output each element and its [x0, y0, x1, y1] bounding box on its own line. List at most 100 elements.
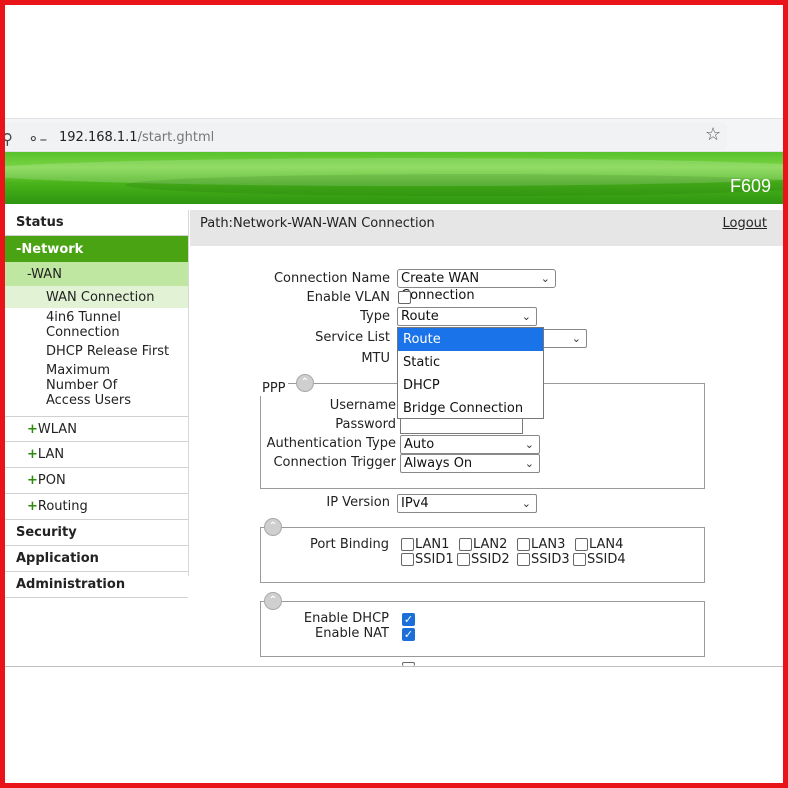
- port-label: LAN2: [473, 537, 508, 552]
- sidebar-item-label: 4in6 Tunnel Connection: [46, 310, 121, 340]
- port-lan1[interactable]: LAN1: [401, 537, 449, 552]
- sidebar-item-application[interactable]: Application: [5, 546, 188, 572]
- sidebar-item-label: WAN Connection: [46, 289, 155, 305]
- sidebar-item-pon[interactable]: + PON: [5, 468, 188, 494]
- type-dropdown-list: Route Static DHCP Bridge Connection: [397, 327, 544, 419]
- sidebar-item-4in6-tunnel[interactable]: 4in6 Tunnel Connection: [5, 308, 135, 342]
- banner-decoration: [125, 174, 783, 196]
- port-checkbox[interactable]: [401, 538, 414, 551]
- expand-plus-icon: +: [27, 499, 38, 514]
- key-icon[interactable]: ⚬–: [27, 130, 47, 148]
- chevron-down-icon: ⌄: [524, 457, 534, 470]
- enable-dhcp-checkbox[interactable]: ✓: [402, 613, 415, 626]
- sidebar-item-dhcp-release-first[interactable]: DHCP Release First: [5, 342, 188, 361]
- expand-plus-icon: +: [27, 473, 38, 488]
- port-ssid2[interactable]: SSID2: [457, 552, 510, 567]
- chevron-down-icon: ⌄: [540, 272, 550, 285]
- sidebar-item-wlan[interactable]: + WLAN: [5, 416, 188, 442]
- expand-plus-icon: +: [27, 447, 38, 462]
- sidebar-item-wan-connection[interactable]: WAN Connection: [5, 286, 188, 308]
- path-bar: Path:Network-WAN-WAN Connection Logout: [190, 210, 783, 246]
- router-banner: F609: [5, 152, 783, 204]
- enable-nat-label: Enable NAT: [315, 626, 389, 641]
- connection-name-value: Create WAN Connection: [401, 271, 480, 303]
- collapse-chevron-icon[interactable]: ⌃: [296, 374, 314, 392]
- enable-nat-checkbox[interactable]: ✓: [402, 628, 415, 641]
- connection-trigger-value: Always On: [404, 456, 473, 471]
- enable-vlan-checkbox[interactable]: [398, 291, 411, 304]
- sidebar-item-administration[interactable]: Administration: [5, 572, 188, 598]
- port-label: LAN3: [531, 537, 566, 552]
- ip-version-select[interactable]: IPv4 ⌄: [397, 494, 537, 513]
- port-lan3[interactable]: LAN3: [517, 537, 565, 552]
- sidebar-item-label: WLAN: [37, 421, 77, 437]
- port-ssid1[interactable]: SSID1: [401, 552, 454, 567]
- breadcrumb: Path:Network-WAN-WAN Connection: [200, 216, 435, 231]
- collapse-chevron-icon[interactable]: ⌃: [264, 592, 282, 610]
- port-label: SSID4: [587, 552, 626, 567]
- bookmark-star-icon[interactable]: ☆: [705, 124, 721, 145]
- sidebar-item-routing[interactable]: + Routing: [5, 494, 188, 520]
- connection-name-label: Connection Name: [273, 271, 390, 286]
- sidebar-item-security[interactable]: Security: [5, 520, 188, 546]
- type-option-bridge[interactable]: Bridge Connection: [398, 397, 543, 420]
- port-checkbox[interactable]: [459, 538, 472, 551]
- auth-type-value: Auto: [404, 437, 435, 452]
- mtu-label: MTU: [361, 351, 390, 366]
- chevron-down-icon: ⌄: [571, 332, 581, 345]
- sidebar-divider: [188, 210, 189, 576]
- content-bottom-border: [5, 666, 783, 667]
- collapse-chevron-icon[interactable]: ⌃: [264, 518, 282, 536]
- chevron-down-icon: ⌄: [521, 310, 531, 323]
- username-label: Username: [329, 398, 396, 413]
- type-label: Type: [360, 309, 390, 324]
- port-label: SSID1: [415, 552, 454, 567]
- url-field[interactable]: ⚲ ⚬– 192.168.1.1/start.ghtml: [2, 122, 727, 150]
- sidebar-item-label: Administration: [16, 577, 126, 592]
- url-text[interactable]: 192.168.1.1/start.ghtml: [59, 130, 214, 145]
- sidebar-item-label: DHCP Release First: [46, 344, 170, 359]
- sidebar-item-label: PON: [37, 473, 66, 488]
- service-list-label: Service List: [315, 330, 390, 345]
- type-option-dhcp[interactable]: DHCP: [398, 374, 543, 397]
- site-permissions-icon[interactable]: ⚲: [2, 130, 13, 148]
- auth-type-select[interactable]: Auto ⌄: [400, 435, 540, 454]
- port-label: SSID3: [531, 552, 570, 567]
- logout-link[interactable]: Logout: [722, 216, 767, 231]
- sidebar-item-max-access-users[interactable]: Maximum Number Of Access Users: [5, 361, 155, 410]
- sidebar-item-status[interactable]: Status: [5, 210, 188, 236]
- expand-plus-icon: +: [27, 421, 38, 437]
- sidebar-item-wan[interactable]: -WAN: [5, 262, 188, 286]
- sidebar-item-lan[interactable]: + LAN: [5, 442, 188, 468]
- password-label: Password: [335, 417, 396, 432]
- sidebar-item-network[interactable]: -Network: [5, 236, 188, 262]
- port-checkbox[interactable]: [457, 553, 470, 566]
- sidebar-item-label: Security: [16, 525, 77, 540]
- sidebar-item-label: LAN: [37, 447, 65, 462]
- connection-trigger-select[interactable]: Always On ⌄: [400, 454, 540, 473]
- type-select[interactable]: Route ⌄: [397, 307, 537, 326]
- port-label: LAN1: [415, 537, 450, 552]
- port-lan4[interactable]: LAN4: [575, 537, 623, 552]
- sidebar-item-label: -Network: [16, 241, 84, 257]
- auth-type-label: Authentication Type: [266, 436, 396, 451]
- enable-dhcp-label: Enable DHCP: [303, 611, 389, 626]
- sidebar: Status -Network -WAN WAN Connection 4in6…: [5, 210, 188, 598]
- chevron-down-icon: ⌄: [524, 438, 534, 451]
- type-option-route[interactable]: Route: [398, 328, 543, 351]
- chevron-down-icon: ⌄: [521, 497, 531, 510]
- port-ssid3[interactable]: SSID3: [517, 552, 570, 567]
- port-lan2[interactable]: LAN2: [459, 537, 507, 552]
- sidebar-item-label: Status: [16, 215, 64, 230]
- sidebar-item-label: Maximum Number Of Access Users: [46, 363, 132, 408]
- connection-trigger-label: Connection Trigger: [273, 455, 396, 470]
- port-checkbox[interactable]: [517, 553, 530, 566]
- port-checkbox[interactable]: [401, 553, 414, 566]
- connection-name-select[interactable]: Create WAN Connection ⌄: [397, 269, 556, 303]
- port-binding-label: Port Binding: [309, 537, 389, 552]
- port-checkbox[interactable]: [517, 538, 530, 551]
- type-option-static[interactable]: Static: [398, 351, 543, 374]
- port-checkbox[interactable]: [573, 553, 586, 566]
- port-ssid4[interactable]: SSID4: [573, 552, 626, 567]
- port-checkbox[interactable]: [575, 538, 588, 551]
